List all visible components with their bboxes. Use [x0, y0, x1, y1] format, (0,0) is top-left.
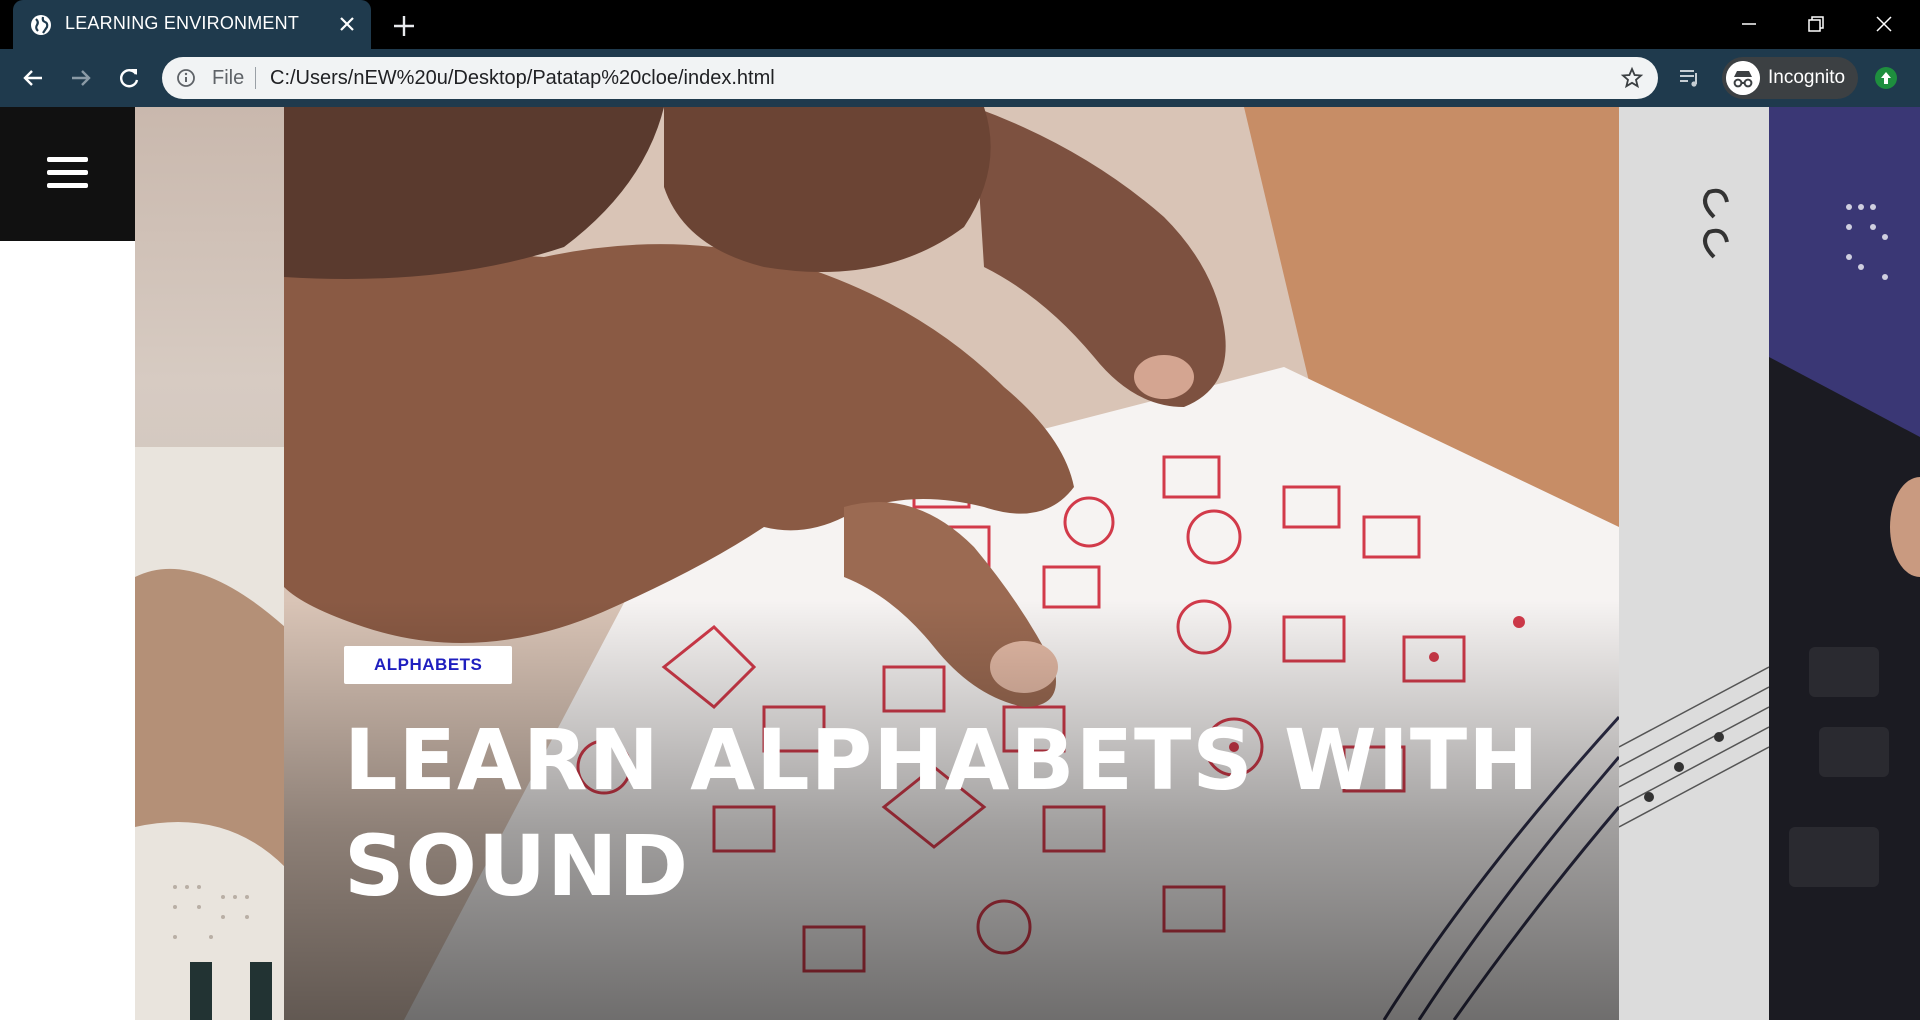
bookmark-star-icon[interactable]	[1620, 66, 1644, 90]
braille-keyboard-image	[1769, 107, 1920, 1020]
browser-tab-active[interactable]: LEARNING ENVIRONMENT	[13, 0, 371, 49]
menu-line	[47, 170, 88, 175]
slide-headline[interactable]: LEARN ALPHABETS WITH SOUND	[344, 707, 1604, 919]
tab-strip: LEARNING ENVIRONMENT	[0, 0, 1920, 49]
menu-line	[47, 157, 88, 162]
category-badge[interactable]: ALPHABETS	[344, 646, 513, 684]
update-available-icon[interactable]	[1873, 65, 1899, 91]
carousel-slide-current[interactable]: ALPHABETS LEARN ALPHABETS WITH SOUND	[284, 107, 1619, 1020]
hamburger-menu-button[interactable]	[0, 107, 135, 241]
browser-toolbar: File C:/Users/nEW%20u/Desktop/Patatap%20…	[0, 49, 1920, 107]
incognito-icon	[1726, 61, 1760, 95]
close-tab-icon[interactable]	[335, 12, 359, 36]
media-controls-icon[interactable]	[1677, 65, 1703, 91]
globe-icon	[31, 15, 51, 35]
url-text[interactable]: C:/Users/nEW%20u/Desktop/Patatap%20cloe/…	[270, 67, 775, 90]
carousel-slide-previous[interactable]	[135, 107, 285, 1020]
minimize-icon[interactable]	[1733, 8, 1765, 40]
info-icon[interactable]	[176, 68, 196, 88]
sheet-music-image	[1619, 107, 1769, 1020]
menu-line	[47, 183, 88, 188]
address-bar[interactable]: File C:/Users/nEW%20u/Desktop/Patatap%20…	[162, 57, 1658, 99]
tab-title: LEARNING ENVIRONMENT	[65, 13, 300, 33]
forward-arrow-icon[interactable]	[66, 63, 96, 93]
close-window-icon[interactable]	[1868, 8, 1900, 40]
incognito-label: Incognito	[1768, 67, 1846, 88]
url-scheme: File	[212, 67, 245, 89]
carousel-slide-next[interactable]	[1619, 107, 1769, 1020]
page-viewport: ALPHABETS LEARN ALPHABETS WITH SOUND	[0, 107, 1920, 1020]
restore-icon[interactable]	[1800, 8, 1832, 40]
url-separator	[255, 67, 256, 89]
reload-icon[interactable]	[114, 63, 144, 93]
incognito-profile-button[interactable]: Incognito	[1722, 57, 1858, 99]
carousel-slide-after-next[interactable]	[1769, 107, 1920, 1020]
back-arrow-icon[interactable]	[18, 63, 48, 93]
new-tab-icon[interactable]	[390, 12, 418, 40]
braille-photo-image	[135, 447, 285, 1020]
